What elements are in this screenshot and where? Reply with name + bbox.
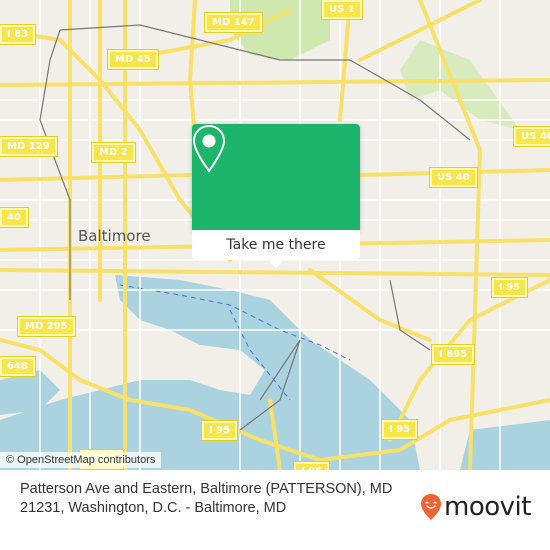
popup-pointer	[268, 260, 284, 268]
route-shield: US 1	[321, 0, 363, 20]
city-label: Baltimore	[78, 227, 151, 245]
footer: Patterson Ave and Eastern, Baltimore (PA…	[0, 470, 550, 550]
take-me-there-button[interactable]: Take me there	[192, 230, 360, 260]
route-shield: I 95	[490, 277, 529, 298]
route-shield: 40	[0, 207, 29, 228]
route-shield: MD 129	[0, 136, 58, 157]
route-shield: US 40	[513, 126, 550, 147]
park	[400, 40, 520, 130]
water	[460, 420, 550, 470]
route-shield: 648	[0, 356, 36, 377]
route-shield: I 95	[292, 461, 331, 470]
stop-address: Patterson Ave and Eastern, Baltimore (PA…	[20, 481, 393, 516]
route-shield: MD 147	[204, 12, 263, 33]
route-shield: MD 2	[91, 142, 136, 163]
route-shield: I 83	[0, 24, 37, 45]
map-pin-icon	[192, 124, 226, 173]
moovit-pin-icon	[421, 494, 441, 520]
route-shield: MD 45	[107, 49, 159, 70]
route-shield: I 95	[200, 420, 239, 441]
brand-name: moovit	[444, 492, 531, 522]
map[interactable]: I 83 MD 147 US 1 MD 45 MD 129 MD 2 US 40…	[0, 0, 550, 470]
route-shield: MD 295	[17, 316, 76, 337]
route-shield: I 95	[380, 419, 419, 440]
popup-header	[192, 124, 360, 230]
route-shield: I 895	[430, 344, 476, 365]
location-popup: Take me there	[192, 124, 360, 268]
route-shield: US 40	[429, 167, 478, 188]
moovit-logo[interactable]: moovit	[420, 492, 531, 522]
map-attribution[interactable]: © OpenStreetMap contributors	[0, 452, 162, 468]
